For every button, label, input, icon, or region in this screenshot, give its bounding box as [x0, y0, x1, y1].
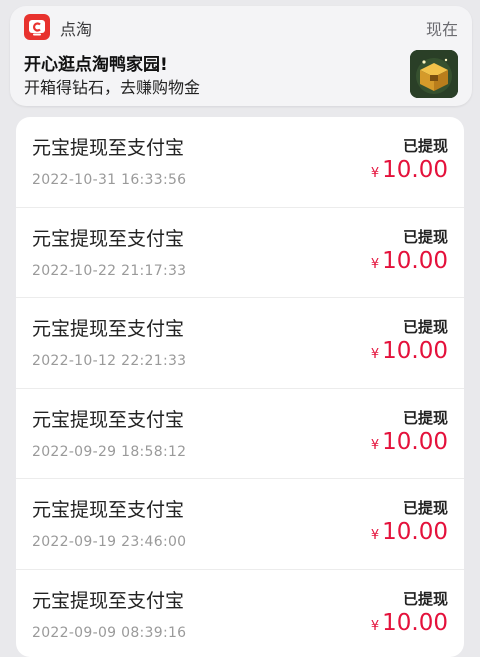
record-date: 2022-09-29 18:58:12 — [32, 444, 186, 460]
currency-symbol: ¥ — [371, 347, 379, 362]
record-status: 已提现 — [403, 316, 448, 337]
record-title: 元宝提现至支付宝 — [32, 133, 184, 160]
dian-tao-app-icon — [24, 14, 50, 40]
amount-value: 10.00 — [382, 338, 448, 364]
record-title: 元宝提现至支付宝 — [32, 405, 184, 432]
record-amount: ¥10.00 — [371, 338, 448, 364]
list-item[interactable]: 元宝提现至支付宝 2022-10-12 22:21:33 已提现 ¥10.00 — [16, 298, 464, 389]
record-amount: ¥10.00 — [371, 429, 448, 455]
record-status: 已提现 — [403, 497, 448, 518]
record-date: 2022-09-19 23:46:00 — [32, 534, 186, 550]
list-item[interactable]: 元宝提现至支付宝 2022-10-22 21:17:33 已提现 ¥10.00 — [16, 208, 464, 299]
currency-symbol: ¥ — [371, 438, 379, 453]
amount-value: 10.00 — [382, 157, 448, 183]
notification-body: 开箱得钻石，去赚购物金 — [24, 74, 200, 98]
amount-value: 10.00 — [382, 248, 448, 274]
record-amount: ¥10.00 — [371, 157, 448, 183]
record-status: 已提现 — [403, 588, 448, 609]
treasure-box-image — [410, 50, 458, 98]
currency-symbol: ¥ — [371, 257, 379, 272]
record-amount: ¥10.00 — [371, 610, 448, 636]
record-amount: ¥10.00 — [371, 248, 448, 274]
record-date: 2022-10-22 21:17:33 — [32, 263, 186, 279]
list-item[interactable]: 元宝提现至支付宝 2022-09-09 08:39:16 已提现 ¥10.00 — [16, 570, 464, 657]
notification-app-name: 点淘 — [60, 16, 92, 40]
push-notification[interactable]: 点淘 现在 开心逛点淘鸭家园! 开箱得钻石，去赚购物金 — [10, 6, 472, 106]
amount-value: 10.00 — [382, 610, 448, 636]
list-item[interactable]: 元宝提现至支付宝 2022-09-19 23:46:00 已提现 ¥10.00 — [16, 479, 464, 570]
record-title: 元宝提现至支付宝 — [32, 586, 184, 613]
notification-title: 开心逛点淘鸭家园! — [24, 50, 168, 75]
record-title: 元宝提现至支付宝 — [32, 495, 184, 522]
record-status: 已提现 — [403, 407, 448, 428]
record-status: 已提现 — [403, 226, 448, 247]
record-title: 元宝提现至支付宝 — [32, 224, 184, 251]
notification-time: 现在 — [426, 16, 458, 40]
record-date: 2022-10-31 16:33:56 — [32, 172, 186, 188]
amount-value: 10.00 — [382, 519, 448, 545]
currency-symbol: ¥ — [371, 619, 379, 634]
list-item[interactable]: 元宝提现至支付宝 2022-09-29 18:58:12 已提现 ¥10.00 — [16, 389, 464, 480]
record-date: 2022-09-09 08:39:16 — [32, 625, 186, 641]
record-status: 已提现 — [403, 135, 448, 156]
record-amount: ¥10.00 — [371, 519, 448, 545]
amount-value: 10.00 — [382, 429, 448, 455]
currency-symbol: ¥ — [371, 166, 379, 181]
record-title: 元宝提现至支付宝 — [32, 314, 184, 341]
withdrawal-list: 元宝提现至支付宝 2022-10-31 16:33:56 已提现 ¥10.00 … — [16, 117, 464, 657]
record-date: 2022-10-12 22:21:33 — [32, 353, 186, 369]
currency-symbol: ¥ — [371, 528, 379, 543]
list-item[interactable]: 元宝提现至支付宝 2022-10-31 16:33:56 已提现 ¥10.00 — [16, 117, 464, 208]
